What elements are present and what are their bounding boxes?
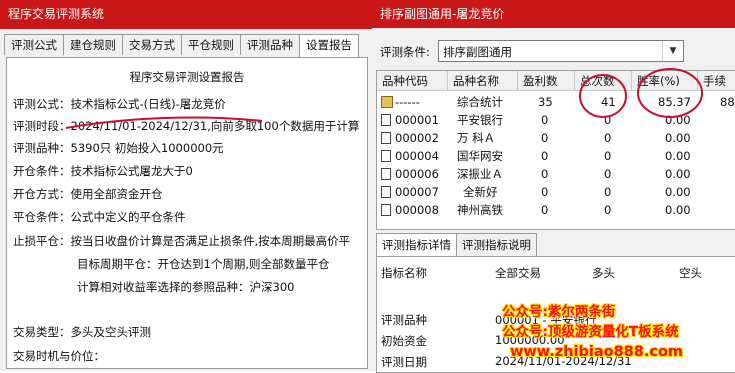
summary-icon — [381, 96, 393, 108]
watermark-line-3: www.zhibiao888.com — [510, 344, 684, 360]
tab-settings-report[interactable]: 设置报告 — [299, 34, 359, 57]
row-name: 神州高铁 — [457, 203, 503, 217]
col-header-name[interactable]: 品种名称 — [448, 71, 518, 91]
detail-header-short: 空头 — [679, 266, 702, 280]
row-name: 万 科Ａ — [457, 131, 496, 145]
report-line-target-period: 目标周期平仓：开仓达到1个周期,则全部数量平仓 — [77, 257, 330, 271]
table-row[interactable]: 000004 国华网安 0 0 0.00 — [377, 147, 735, 165]
row-profit: 0 — [541, 149, 549, 163]
report-line-stop-loss: 止损平仓：按当日收盘价计算是否满足止损条件,按本周期最高价平 — [13, 234, 351, 248]
file-icon — [381, 132, 391, 144]
row-name: 全新好 — [463, 185, 498, 199]
watermark-line-2: 公众号:顶级游资量化T板系统 — [502, 324, 679, 340]
left-window: 程序交易评测系统 评测公式 建仓规则 交易方式 平仓规则 评测品种 设置报告 程… — [0, 0, 372, 371]
row-name: 综合统计 — [457, 95, 503, 109]
report-line-open-mode: 开仓方式：使用全部资金开仓 — [13, 187, 163, 201]
report-line-trade-type: 交易类型：多头及空头评测 — [13, 325, 151, 339]
row-profit: 0 — [541, 131, 549, 145]
tab-formula[interactable]: 评测公式 — [4, 34, 64, 55]
file-icon — [381, 204, 391, 216]
tab-trade-mode[interactable]: 交易方式 — [122, 34, 182, 55]
report-title: 程序交易评测设置报告 — [129, 70, 245, 84]
watermark-line-1: 公众号:紫尔两条街 — [502, 304, 616, 320]
row-code: 000001 — [395, 113, 439, 127]
settings-report-panel: 程序交易评测设置报告 评测公式：技术指标公式-(日线)-屠龙竞价 评测时段：20… — [6, 57, 368, 369]
row-total: 0 — [604, 167, 612, 181]
row-profit: 0 — [541, 203, 549, 217]
row-total: 41 — [601, 95, 616, 109]
detail-header-long: 多头 — [592, 266, 615, 280]
right-window-title: 排序副图通用-屠龙竞价 — [372, 0, 735, 28]
row-winrate: 0.00 — [665, 149, 691, 163]
row-winrate: 0.00 — [665, 167, 691, 181]
tab-symbols[interactable]: 评测品种 — [240, 34, 300, 55]
row-name: 平安银行 — [457, 113, 503, 127]
row-winrate: 0.00 — [665, 131, 691, 145]
report-line-symbols: 评测品种：5390只 初始投入1000000元 — [13, 141, 224, 155]
table-row[interactable]: 000006 深振业Ａ 0 0 0.00 — [377, 165, 735, 183]
row-name: 深振业Ａ — [457, 167, 503, 181]
file-icon — [381, 186, 391, 198]
condition-select-value: 排序副图通用 — [443, 45, 512, 59]
file-icon — [381, 150, 391, 162]
tab-close-rules[interactable]: 平仓规则 — [181, 34, 241, 55]
detail-header-all: 全部交易 — [495, 266, 541, 280]
detail-header-metric: 指标名称 — [381, 266, 427, 280]
row-total: 0 — [604, 185, 612, 199]
col-header-total[interactable]: 总次数 — [575, 71, 632, 91]
col-header-code[interactable]: 品种代码 — [377, 71, 448, 91]
row-code: 000006 — [395, 167, 439, 181]
row-total: 0 — [604, 131, 612, 145]
report-line-trade-timing: 交易时机与价位： — [13, 349, 105, 363]
row-fee: 88 — [720, 95, 735, 109]
report-line-benchmark: 计算相对收益率选择的参照品种：沪深300 — [77, 280, 295, 294]
row-code: 000002 — [395, 131, 439, 145]
report-tabs: 评测公式 建仓规则 交易方式 平仓规则 评测品种 设置报告 — [4, 34, 359, 57]
chevron-down-icon[interactable]: ▼ — [662, 41, 683, 61]
detail-tabs: 评测指标详情 评测指标说明 — [376, 233, 537, 256]
row-code: 000008 — [395, 203, 439, 217]
detail-label-capital: 初始资金 — [381, 334, 427, 348]
col-header-winrate[interactable]: 胜率(%) — [632, 71, 698, 91]
table-row[interactable]: 000007 全新好 0 0 0.00 — [377, 183, 735, 201]
tab-metric-details[interactable]: 评测指标详情 — [376, 233, 457, 256]
row-profit: 0 — [541, 185, 549, 199]
file-icon — [381, 114, 391, 126]
row-total: 0 — [604, 113, 612, 127]
detail-label-date: 评测日期 — [381, 355, 427, 369]
detail-label-symbol: 评测品种 — [381, 313, 427, 327]
row-code: 000004 — [395, 149, 439, 163]
row-total: 0 — [604, 203, 612, 217]
table-row[interactable]: 000002 万 科Ａ 0 0 0.00 — [377, 129, 735, 147]
row-total: 0 — [604, 149, 612, 163]
row-winrate: 0.00 — [665, 185, 691, 199]
file-icon — [381, 168, 391, 180]
row-code: ------ — [395, 95, 420, 109]
row-name: 国华网安 — [457, 149, 503, 163]
row-winrate: 0.00 — [665, 113, 691, 127]
table-row[interactable]: 000001 平安银行 0 0 0.00 — [377, 111, 735, 129]
row-code: 000007 — [395, 185, 439, 199]
tab-open-rules[interactable]: 建仓规则 — [63, 34, 123, 55]
row-profit: 0 — [541, 167, 549, 181]
condition-select[interactable]: 排序副图通用 ▼ — [438, 40, 684, 62]
row-profit: 35 — [538, 95, 553, 109]
row-winrate: 85.37 — [658, 95, 691, 109]
col-header-fee[interactable]: 手续 — [698, 71, 735, 91]
report-line-formula: 评测公式：技术指标公式-(日线)-屠龙竞价 — [13, 97, 226, 111]
condition-label: 评测条件: — [380, 45, 430, 59]
report-line-period: 评测时段：2024/11/01-2024/12/31,向前多取100个数据用于计… — [13, 119, 360, 133]
report-line-close-condition: 平仓条件：公式中定义的平仓条件 — [13, 210, 186, 224]
col-header-profit[interactable]: 盈利数 — [518, 71, 575, 91]
row-profit: 0 — [541, 113, 549, 127]
row-winrate: 0.00 — [665, 203, 691, 217]
results-table: 品种代码 品种名称 盈利数 总次数 胜率(%) 手续 ------ 综合统计 3… — [376, 70, 735, 230]
table-row[interactable]: ------ 综合统计 35 41 85.37 88 — [377, 93, 735, 111]
tab-metric-description[interactable]: 评测指标说明 — [456, 233, 537, 256]
left-window-title: 程序交易评测系统 — [0, 0, 372, 29]
report-line-open-condition: 开仓条件：技术指标公式屠龙大于0 — [13, 164, 193, 178]
table-row[interactable]: 000008 神州高铁 0 0 0.00 — [377, 201, 735, 219]
